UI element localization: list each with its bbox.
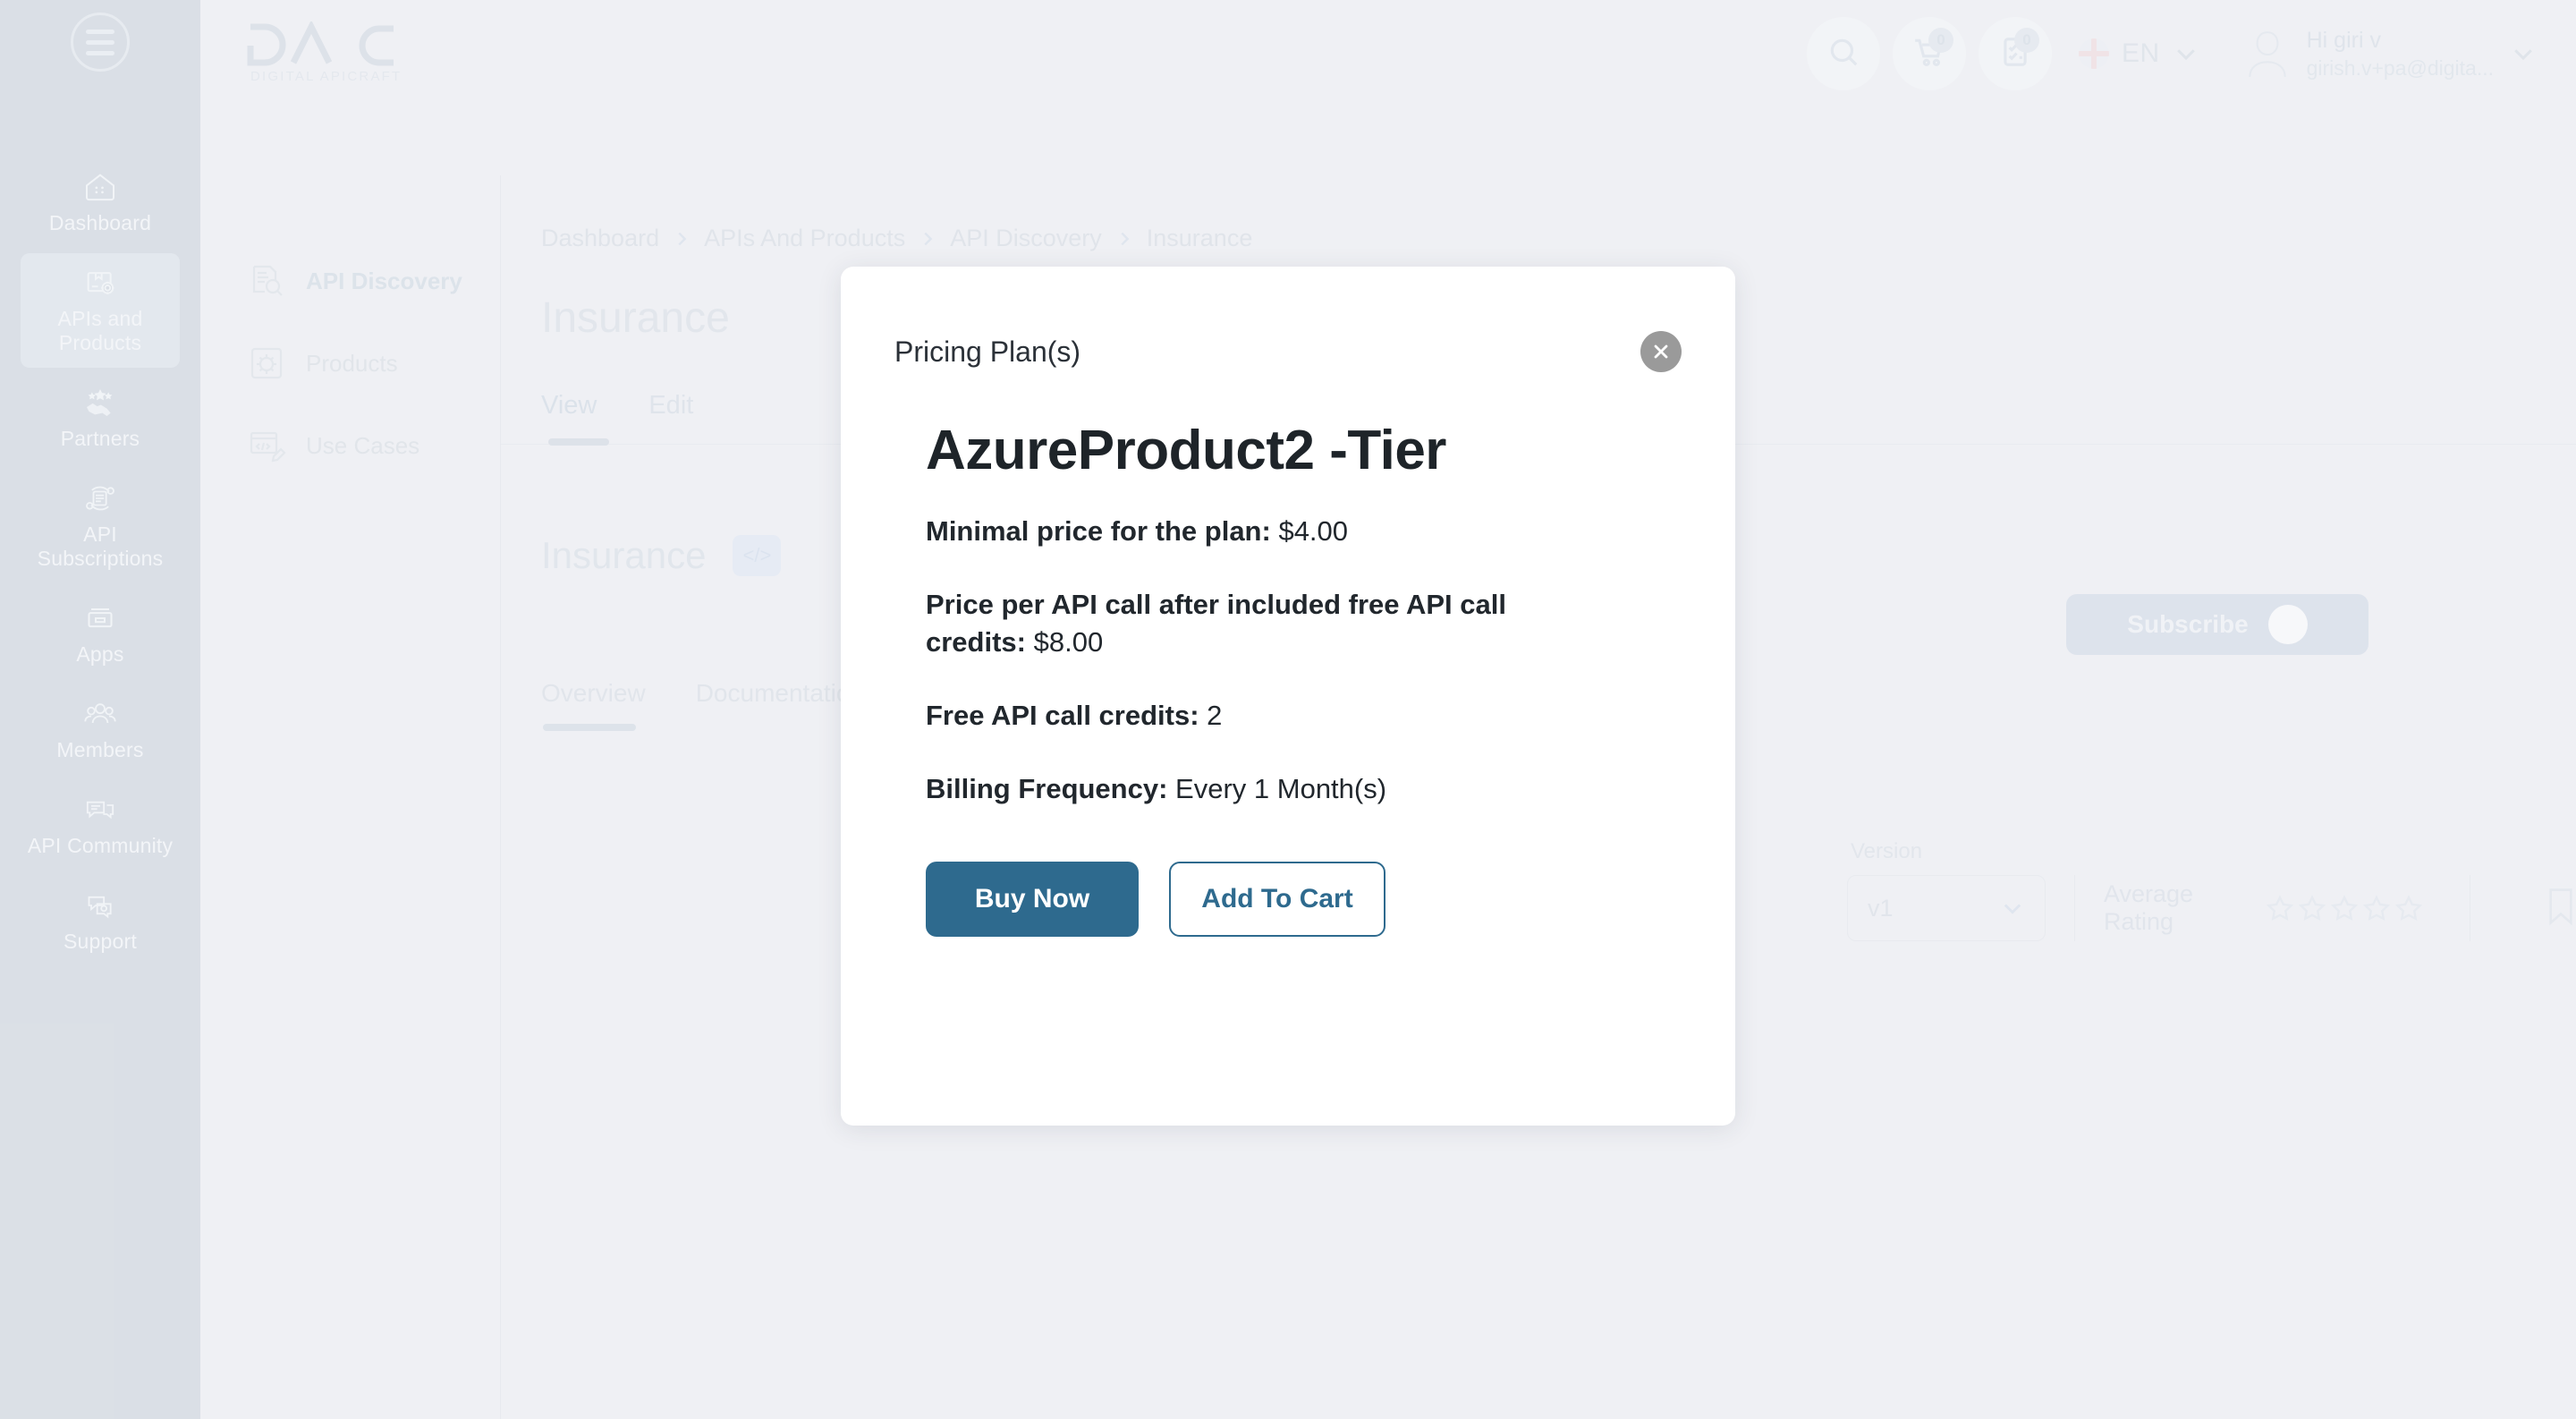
detail-label: Minimal price for the plan: xyxy=(926,515,1271,547)
plan-detail-billing-frequency: Billing Frequency: Every 1 Month(s) xyxy=(926,770,1543,808)
modal-actions: Buy Now Add To Cart xyxy=(841,844,1735,937)
app-root: Dashboard APIs and Products Partners API… xyxy=(0,0,2576,1419)
buy-now-button[interactable]: Buy Now xyxy=(926,862,1139,937)
plan-title: AzureProduct2 -Tier xyxy=(926,420,1446,481)
detail-label: Free API call credits: xyxy=(926,700,1199,731)
pricing-plan-modal: Pricing Plan(s) AzureProduct2 -Tier Mini… xyxy=(841,267,1735,1126)
detail-label: Price per API call after included free A… xyxy=(926,589,1506,658)
add-to-cart-button[interactable]: Add To Cart xyxy=(1169,862,1385,937)
detail-value: Every 1 Month(s) xyxy=(1175,773,1387,804)
detail-label: Billing Frequency: xyxy=(926,773,1168,804)
detail-value: $4.00 xyxy=(1278,515,1349,547)
close-icon[interactable] xyxy=(1640,331,1682,372)
modal-title: Pricing Plan(s) xyxy=(894,335,1081,368)
detail-value: 2 xyxy=(1207,700,1223,731)
modal-body: AzureProduct2 -Tier Minimal price for th… xyxy=(841,372,1735,808)
modal-header: Pricing Plan(s) xyxy=(841,267,1735,372)
plan-detail-price-per-call: Price per API call after included free A… xyxy=(926,586,1543,661)
detail-value: $8.00 xyxy=(1033,626,1104,658)
plan-detail-free-credits: Free API call credits: 2 xyxy=(926,697,1543,735)
plan-detail-minimal-price: Minimal price for the plan: $4.00 xyxy=(926,513,1543,550)
